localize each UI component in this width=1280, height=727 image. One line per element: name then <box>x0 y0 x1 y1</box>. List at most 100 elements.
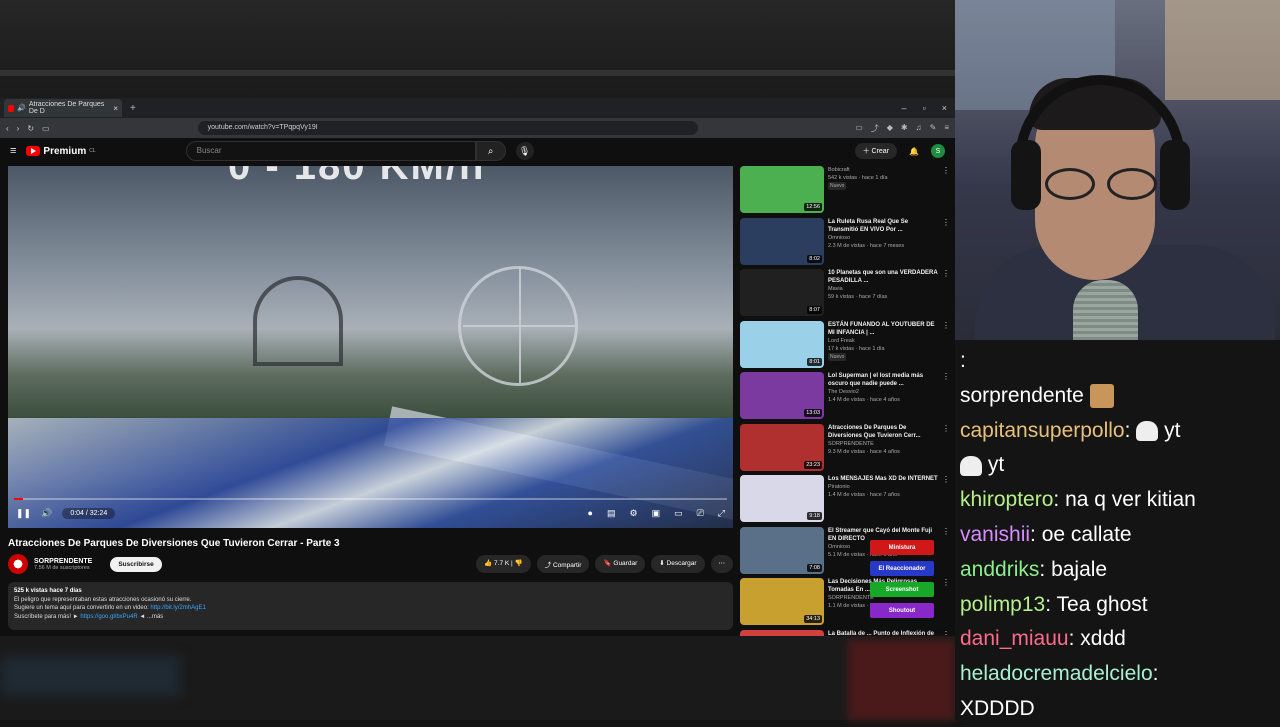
video-thumbnail[interactable]: 34:13 <box>740 578 824 625</box>
share-button[interactable]: ⤴ Compartir <box>536 555 590 573</box>
video-thumbnail[interactable]: 8:02 <box>740 217 824 265</box>
recommended-video-title[interactable]: La Ruleta Rusa Real Que Se Transmitió EN… <box>828 218 938 234</box>
chat-username[interactable]: heladocremadelcielo <box>960 662 1153 685</box>
more-options-icon[interactable]: ⋮ <box>942 166 950 218</box>
theater-icon[interactable]: ▭ <box>674 508 683 519</box>
cast-icon[interactable]: ⎚ <box>697 508 704 519</box>
close-window-icon[interactable]: × <box>942 103 947 113</box>
ghost-emote-icon <box>1136 421 1159 442</box>
webcam-feed <box>955 0 1280 340</box>
shield-icon[interactable]: ◆ <box>887 123 893 134</box>
menu-icon[interactable]: ≡ <box>944 123 949 134</box>
minimize-icon[interactable]: – <box>902 103 907 113</box>
recommended-video-title[interactable]: Lol Superman | el lost media más oscuro … <box>828 372 938 388</box>
more-options-icon[interactable]: ⋮ <box>942 578 950 630</box>
chat-username[interactable]: vanishii <box>960 523 1030 546</box>
recommended-channel: Mavia <box>828 286 843 292</box>
chat-username[interactable]: khiroptero <box>960 488 1053 511</box>
more-actions-icon[interactable]: ⋯ <box>710 555 733 573</box>
video-thumbnail[interactable]: 8:01 <box>740 320 824 368</box>
channel-name[interactable]: SORPRENDENTE <box>34 558 92 565</box>
video-duration: 12:56 <box>804 203 822 211</box>
browser-tab[interactable]: 🔊 Atracciones De Parques De D × <box>4 99 122 117</box>
recommended-video-title[interactable]: Atracciones De Parques De Diversiones Qu… <box>828 424 938 440</box>
sidebar-toggle-icon[interactable]: ▭ <box>42 124 50 133</box>
suggest-link[interactable]: http://bit.ly/2mhAgE1 <box>150 605 205 611</box>
overlay-button[interactable]: Ministura <box>870 540 934 555</box>
recommended-video[interactable]: 9:18 Los MENSAJES Mas XD De INTERNET Pir… <box>740 475 950 527</box>
pause-icon[interactable]: ❚❚ <box>16 508 31 519</box>
youtube-logo[interactable]: Premium CL <box>26 146 96 157</box>
more-options-icon[interactable]: ⋮ <box>942 321 950 373</box>
new-tab-icon[interactable]: + <box>130 103 136 114</box>
recommended-video[interactable]: 8:01 ESTÁN FUNANDO AL YOUTUBER DE MI INF… <box>740 320 950 373</box>
install-icon[interactable]: ▭ <box>855 123 863 134</box>
overlay-button[interactable]: Screenshot <box>870 582 934 597</box>
settings-icon[interactable]: ⚙ <box>629 508 637 519</box>
progress-bar[interactable] <box>14 498 727 500</box>
video-thumbnail[interactable]: 12:56 <box>740 166 824 213</box>
recommended-video-title[interactable]: ESTÁN FUNANDO AL YOUTUBER DE MI INFANCIA… <box>828 321 938 337</box>
edit-icon[interactable]: ✎ <box>930 123 937 134</box>
recommended-video[interactable]: 8:07 10 Planetas que son una VERDADERA P… <box>740 269 950 321</box>
overlay-button[interactable]: Shoutout <box>870 603 934 618</box>
url-field[interactable]: youtube.com/watch?v=TPqpqVy19I <box>197 121 698 135</box>
video-description[interactable]: 525 k vistas hace 7 días El peligro que … <box>8 582 733 630</box>
fullscreen-icon[interactable]: ⤢ <box>718 508 725 519</box>
recommended-video[interactable]: 8:02 La Ruleta Rusa Real Que Se Transmit… <box>740 217 950 270</box>
chat-message: anddriks: bajale <box>960 557 1108 581</box>
chat-username[interactable]: dani_miauu <box>960 627 1069 650</box>
hamburger-menu-icon[interactable]: ≡ <box>10 145 16 157</box>
extensions-icon[interactable]: ✱ <box>901 123 908 134</box>
microphone-icon[interactable]: 🎙 <box>515 142 534 160</box>
more-options-icon[interactable]: ⋮ <box>942 424 950 476</box>
recommended-video-info: Lol Superman | el lost media más oscuro … <box>828 372 938 424</box>
chat-username[interactable]: anddriks <box>960 558 1039 581</box>
back-icon[interactable]: ‹ <box>6 124 9 133</box>
miniplayer-icon[interactable]: ▣ <box>652 508 661 519</box>
maximize-icon[interactable]: ▫ <box>923 103 926 113</box>
more-link[interactable]: ◄ ...más <box>138 614 163 620</box>
like-button[interactable]: 👍 7.7 K | 👎 <box>476 555 531 573</box>
search-input[interactable]: Buscar <box>185 141 476 161</box>
chat-username[interactable]: capitansuperpollo <box>960 419 1125 442</box>
more-options-icon[interactable]: ⋮ <box>942 218 950 270</box>
more-options-icon[interactable]: ⋮ <box>942 372 950 424</box>
share-icon[interactable]: ⤴ <box>871 123 879 134</box>
volume-icon[interactable]: 🔊 <box>41 508 52 519</box>
recommended-video[interactable]: 23:23 Atracciones De Parques De Diversio… <box>740 423 950 476</box>
bell-icon[interactable]: 🔔 <box>909 147 919 156</box>
description-line-3-text: Suscríbete para más! ► <box>14 613 81 620</box>
download-button[interactable]: ⬇ Descargar <box>651 555 705 573</box>
more-options-icon[interactable]: ⋮ <box>942 475 950 527</box>
subtitles-icon[interactable]: ▤ <box>607 508 616 519</box>
media-icon[interactable]: ♫ <box>916 123 922 134</box>
subscribe-link[interactable]: https://goo.gl/bxPu4R <box>80 614 137 620</box>
video-thumbnail[interactable]: 7:08 <box>740 526 824 574</box>
close-tab-icon[interactable]: × <box>113 104 118 113</box>
video-thumbnail[interactable]: 8:07 <box>740 269 824 316</box>
video-thumbnail[interactable]: 9:18 <box>740 475 824 522</box>
reload-icon[interactable]: ↻ <box>27 124 34 133</box>
recommended-video-title[interactable]: 10 Planetas que son una VERDADERA PESADI… <box>828 269 938 285</box>
more-options-icon[interactable]: ⋮ <box>942 527 950 579</box>
recommended-video[interactable]: 13:03 Lol Superman | el lost media más o… <box>740 372 950 424</box>
channel-avatar[interactable] <box>8 554 28 574</box>
forward-icon[interactable]: › <box>17 124 20 133</box>
subscribe-button[interactable]: Suscribirse <box>110 556 162 572</box>
save-button[interactable]: 🔖 Guardar <box>595 555 646 573</box>
video-thumbnail[interactable]: 23:23 <box>740 423 824 471</box>
recommended-video-title[interactable]: Los MENSAJES Mas XD De INTERNET <box>828 475 938 483</box>
recommended-video[interactable]: 12:56 Bobicraft 542 k vistas · hace 1 dí… <box>740 166 950 218</box>
video-thumbnail[interactable]: 13:03 <box>740 372 824 419</box>
search-icon[interactable]: ⌕ <box>475 141 506 161</box>
video-player[interactable]: 0 - 180 KM/h ❚❚ 🔊 0:04 / 32:24 ● ▤ ⚙ ▣ ▭… <box>8 166 733 528</box>
more-options-icon[interactable]: ⋮ <box>942 269 950 321</box>
recommended-meta: 17 k vistas · hace 1 día <box>828 345 885 352</box>
create-button[interactable]: ＋ Crear <box>854 143 898 159</box>
chat-message: dani_miauu: xddd <box>960 627 1126 651</box>
overlay-button[interactable]: El Reaccionador <box>870 561 934 576</box>
chat-username[interactable]: polimp13 <box>960 593 1045 616</box>
autoplay-icon[interactable]: ● <box>588 508 593 519</box>
avatar[interactable]: S <box>931 144 945 158</box>
